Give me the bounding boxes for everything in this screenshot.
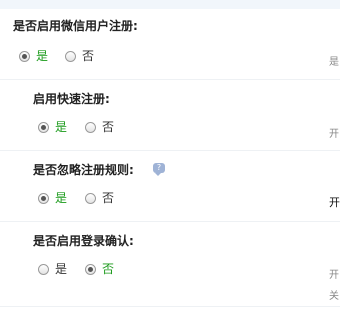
- setting-hint-truncated: 是: [329, 57, 339, 68]
- quick-register-no-option[interactable]: 否: [85, 120, 114, 134]
- top-strip: [0, 0, 340, 9]
- radio-unchecked-icon[interactable]: [85, 121, 96, 133]
- option-label-no: 否: [82, 49, 95, 63]
- radio-checked-icon[interactable]: [38, 192, 49, 204]
- option-label-yes: 是: [55, 120, 68, 134]
- ignore-rules-no-option[interactable]: 否: [85, 191, 114, 205]
- divider: [0, 306, 340, 307]
- radio-checked-icon[interactable]: [38, 121, 49, 133]
- divider: [0, 79, 340, 80]
- option-label-yes: 是: [55, 262, 68, 276]
- setting-hint-truncated-line1: 开: [329, 270, 339, 281]
- setting-title-wechat-register: 是否启用微信用户注册:: [13, 19, 138, 33]
- setting-title-ignore-register-rules: 是否忽略注册规则:: [33, 163, 134, 177]
- option-label-no: 否: [102, 191, 115, 205]
- option-label-yes: 是: [36, 49, 49, 63]
- radio-unchecked-icon[interactable]: [38, 263, 49, 275]
- divider: [0, 221, 340, 222]
- wechat-register-yes-option[interactable]: 是: [19, 49, 48, 63]
- setting-title-login-confirm: 是否启用登录确认:: [33, 234, 134, 248]
- radio-checked-icon[interactable]: [85, 263, 96, 275]
- radio-unchecked-icon[interactable]: [85, 192, 96, 204]
- option-label-yes: 是: [55, 191, 68, 205]
- divider: [0, 150, 340, 151]
- quick-register-yes-option[interactable]: 是: [38, 120, 67, 134]
- radio-unchecked-icon[interactable]: [65, 50, 76, 62]
- setting-hint-truncated-line2: 关: [329, 291, 339, 302]
- option-label-no: 否: [102, 120, 115, 134]
- setting-hint-truncated: 开: [329, 196, 340, 209]
- setting-title-quick-register: 启用快速注册:: [33, 92, 110, 106]
- radio-checked-icon[interactable]: [19, 50, 30, 62]
- wechat-register-no-option[interactable]: 否: [65, 49, 94, 63]
- help-icon[interactable]: ?: [153, 163, 165, 176]
- setting-hint-truncated: 开: [329, 129, 339, 140]
- ignore-rules-yes-option[interactable]: 是: [38, 191, 67, 205]
- login-confirm-yes-option[interactable]: 是: [38, 262, 67, 276]
- option-label-no: 否: [102, 262, 115, 276]
- login-confirm-no-option[interactable]: 否: [85, 262, 114, 276]
